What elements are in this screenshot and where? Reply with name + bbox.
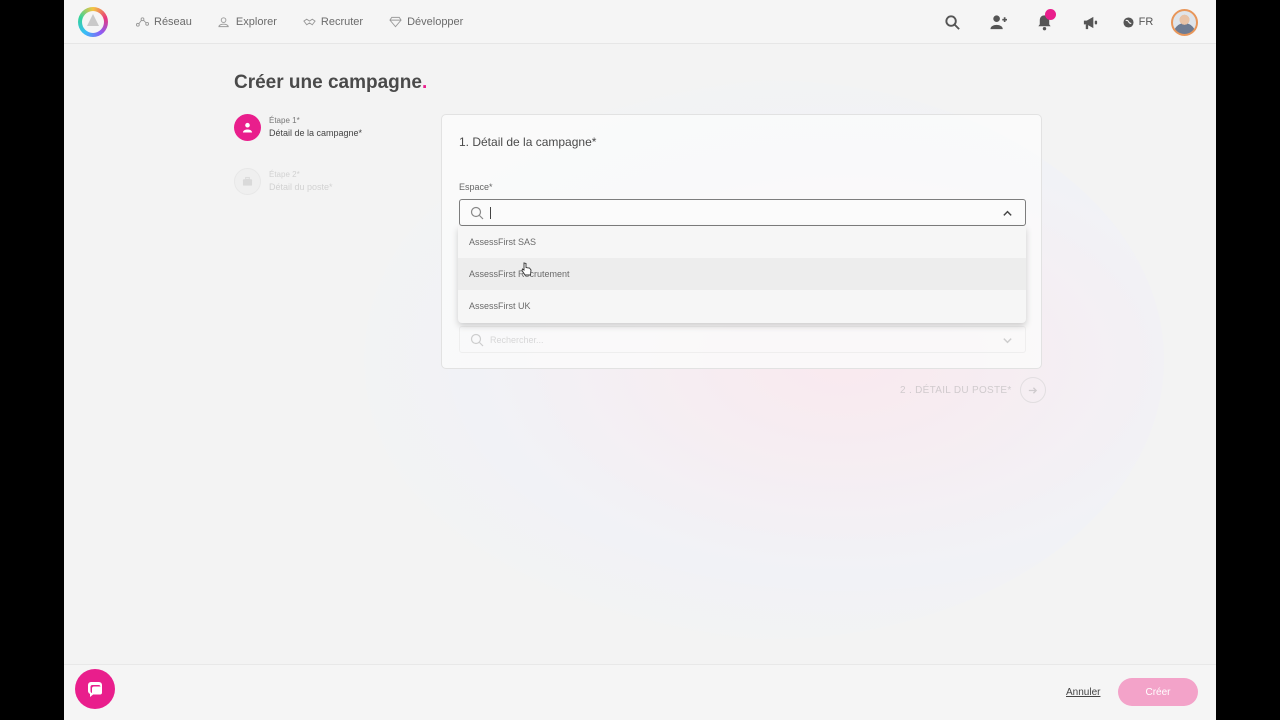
- title-dot: .: [421, 72, 428, 93]
- chat-icon: [88, 682, 102, 697]
- card-title: 1. Détail de la campagne*: [459, 135, 597, 149]
- nav-item-explorer[interactable]: Explorer: [218, 16, 277, 28]
- main-nav: Réseau Explorer Recruter Développer: [136, 0, 463, 44]
- space-field-label: Espace*: [459, 182, 493, 192]
- step-2-circle: [234, 168, 261, 195]
- next-step-link[interactable]: 2 . DÉTAIL DU POSTE*: [900, 377, 1046, 403]
- step-1-kicker: Étape 1*: [269, 116, 300, 125]
- add-user-icon: [989, 14, 1007, 29]
- announcements-button[interactable]: [1067, 0, 1113, 44]
- briefcase-icon: [242, 176, 253, 186]
- user-icon: [242, 122, 253, 133]
- secondary-select-placeholder: Rechercher...: [490, 334, 544, 345]
- step-2-label: Détail du poste*: [269, 182, 333, 192]
- arrow-right-icon: [1028, 386, 1038, 394]
- nav-label-developper: Développer: [407, 16, 464, 28]
- hand-cursor-icon: [521, 262, 532, 276]
- network-icon: [136, 17, 149, 27]
- page-title-text: Créer une campagne: [234, 72, 422, 93]
- language-selector[interactable]: FR: [1113, 16, 1163, 28]
- step-2-kicker: Étape 2*: [269, 170, 300, 179]
- language-label: FR: [1138, 16, 1154, 28]
- dropdown-option[interactable]: AssessFirst UK: [458, 290, 1026, 322]
- next-step-circle: [1019, 377, 1046, 403]
- chevron-down-icon[interactable]: [1002, 335, 1013, 346]
- logo[interactable]: [78, 7, 108, 37]
- secondary-select-input[interactable]: Rechercher...: [459, 326, 1026, 353]
- nav-item-recruter[interactable]: Recruter: [303, 16, 363, 28]
- step-1-circle: [234, 114, 261, 141]
- search-icon: [944, 14, 960, 30]
- text-caret: [490, 206, 491, 219]
- chat-button[interactable]: [75, 669, 115, 709]
- dropdown-option[interactable]: AssessFirst Recrutement: [458, 258, 1026, 290]
- nav-label-recruter: Recruter: [320, 16, 364, 28]
- globe-icon: [1123, 16, 1134, 28]
- diamond-icon: [389, 16, 402, 28]
- handshake-icon: [303, 18, 316, 26]
- space-dropdown-menu: AssessFirst SAS AssessFirst Recrutement …: [458, 226, 1026, 323]
- add-user-button[interactable]: [975, 0, 1021, 44]
- user-avatar[interactable]: [1171, 8, 1198, 36]
- search-icon: [470, 333, 484, 346]
- dropdown-option[interactable]: AssessFirst SAS: [458, 226, 1026, 258]
- nav-label-reseau: Réseau: [154, 16, 192, 28]
- app-window: Réseau Explorer Recruter Développer FR C…: [64, 0, 1216, 720]
- megaphone-icon: [1083, 16, 1097, 29]
- nav-item-developper[interactable]: Développer: [389, 16, 463, 28]
- page-title: Créer une campagne.: [234, 72, 427, 94]
- user-search-icon: [218, 17, 229, 28]
- chevron-up-icon[interactable]: [1002, 208, 1013, 219]
- search-icon: [470, 206, 484, 219]
- nav-item-reseau[interactable]: Réseau: [136, 16, 192, 28]
- notification-badge: [1045, 9, 1056, 20]
- step-2[interactable]: Étape 2* Détail du poste*: [234, 168, 333, 195]
- notifications-button[interactable]: [1021, 0, 1067, 44]
- nav-label-explorer: Explorer: [235, 16, 277, 28]
- step-1-label: Détail de la campagne*: [269, 128, 363, 138]
- search-button[interactable]: [929, 0, 975, 44]
- cancel-button[interactable]: Annuler: [1066, 687, 1100, 698]
- toolbar-right: FR: [929, 0, 1198, 44]
- step-1[interactable]: Étape 1* Détail de la campagne*: [234, 114, 362, 141]
- create-button[interactable]: Créer: [1118, 678, 1198, 706]
- space-select-input[interactable]: [459, 199, 1026, 226]
- footer-bar: [64, 664, 1216, 720]
- top-navigation-bar: Réseau Explorer Recruter Développer FR: [64, 0, 1216, 44]
- next-step-label: 2 . DÉTAIL DU POSTE*: [900, 384, 1012, 396]
